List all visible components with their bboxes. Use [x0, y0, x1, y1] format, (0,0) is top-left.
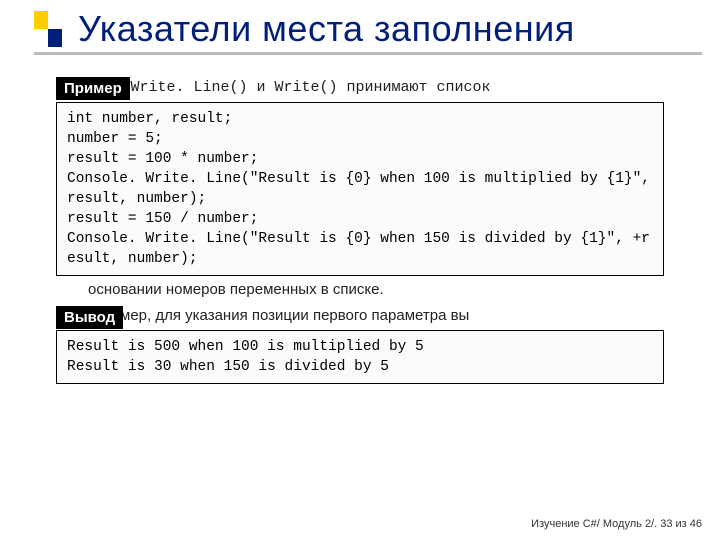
- code-line: number = 5;: [67, 131, 163, 147]
- slide-title: Указатели места заполнения: [78, 8, 575, 50]
- code-line: result = 100 * number;: [67, 151, 258, 167]
- background-text-vyvod: Например, для указания позиции первого п…: [58, 306, 692, 326]
- output-box: Result is 500 when 100 is multiplied by …: [56, 330, 664, 384]
- code-line: Console. Write. Line("Result is {0} when…: [67, 231, 650, 267]
- title-underline: [34, 52, 702, 55]
- output-line: Result is 30 when 150 is divided by 5: [67, 359, 389, 375]
- slide-logo: [34, 11, 62, 47]
- slide-footer: Изучение C#/ Модуль 2/. 33 из 46: [531, 518, 702, 530]
- code-line: result = 150 / number;: [67, 211, 258, 227]
- code-line: int number, result;: [67, 111, 232, 127]
- example-label: Пример: [56, 77, 130, 100]
- output-label: Вывод: [56, 306, 123, 329]
- background-text-mid: основании номеров переменных в списке.: [88, 280, 692, 300]
- code-line: Console. Write. Line("Result is {0} when…: [67, 171, 659, 207]
- code-example-box: int number, result; number = 5; result =…: [56, 102, 664, 276]
- output-line: Result is 500 when 100 is multiplied by …: [67, 339, 424, 355]
- background-text-line1: Примеры Write. Line() и Write() принимаю…: [58, 77, 692, 98]
